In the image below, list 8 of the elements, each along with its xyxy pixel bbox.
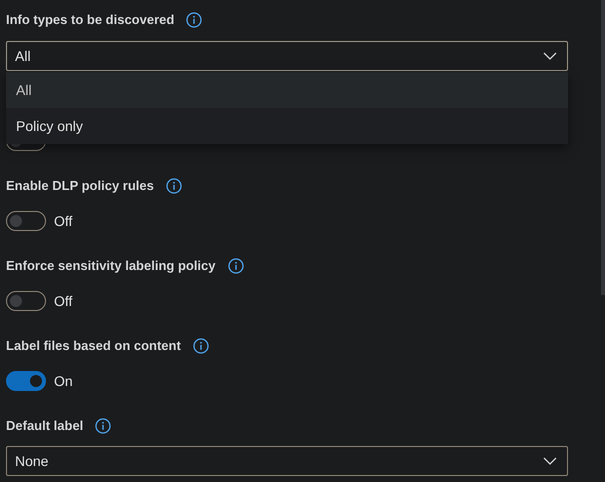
toggle-state: On (54, 372, 73, 391)
toggle-state: Off (54, 212, 72, 231)
field-label: Enforce sensitivity labeling policy (6, 257, 216, 275)
toggle-state: Off (54, 292, 72, 311)
field-label: Label files based on content (6, 337, 181, 355)
field-label: Enable DLP policy rules (6, 177, 154, 195)
field-label: Default label (6, 417, 84, 435)
field-label: Info types to be discovered (6, 11, 174, 29)
